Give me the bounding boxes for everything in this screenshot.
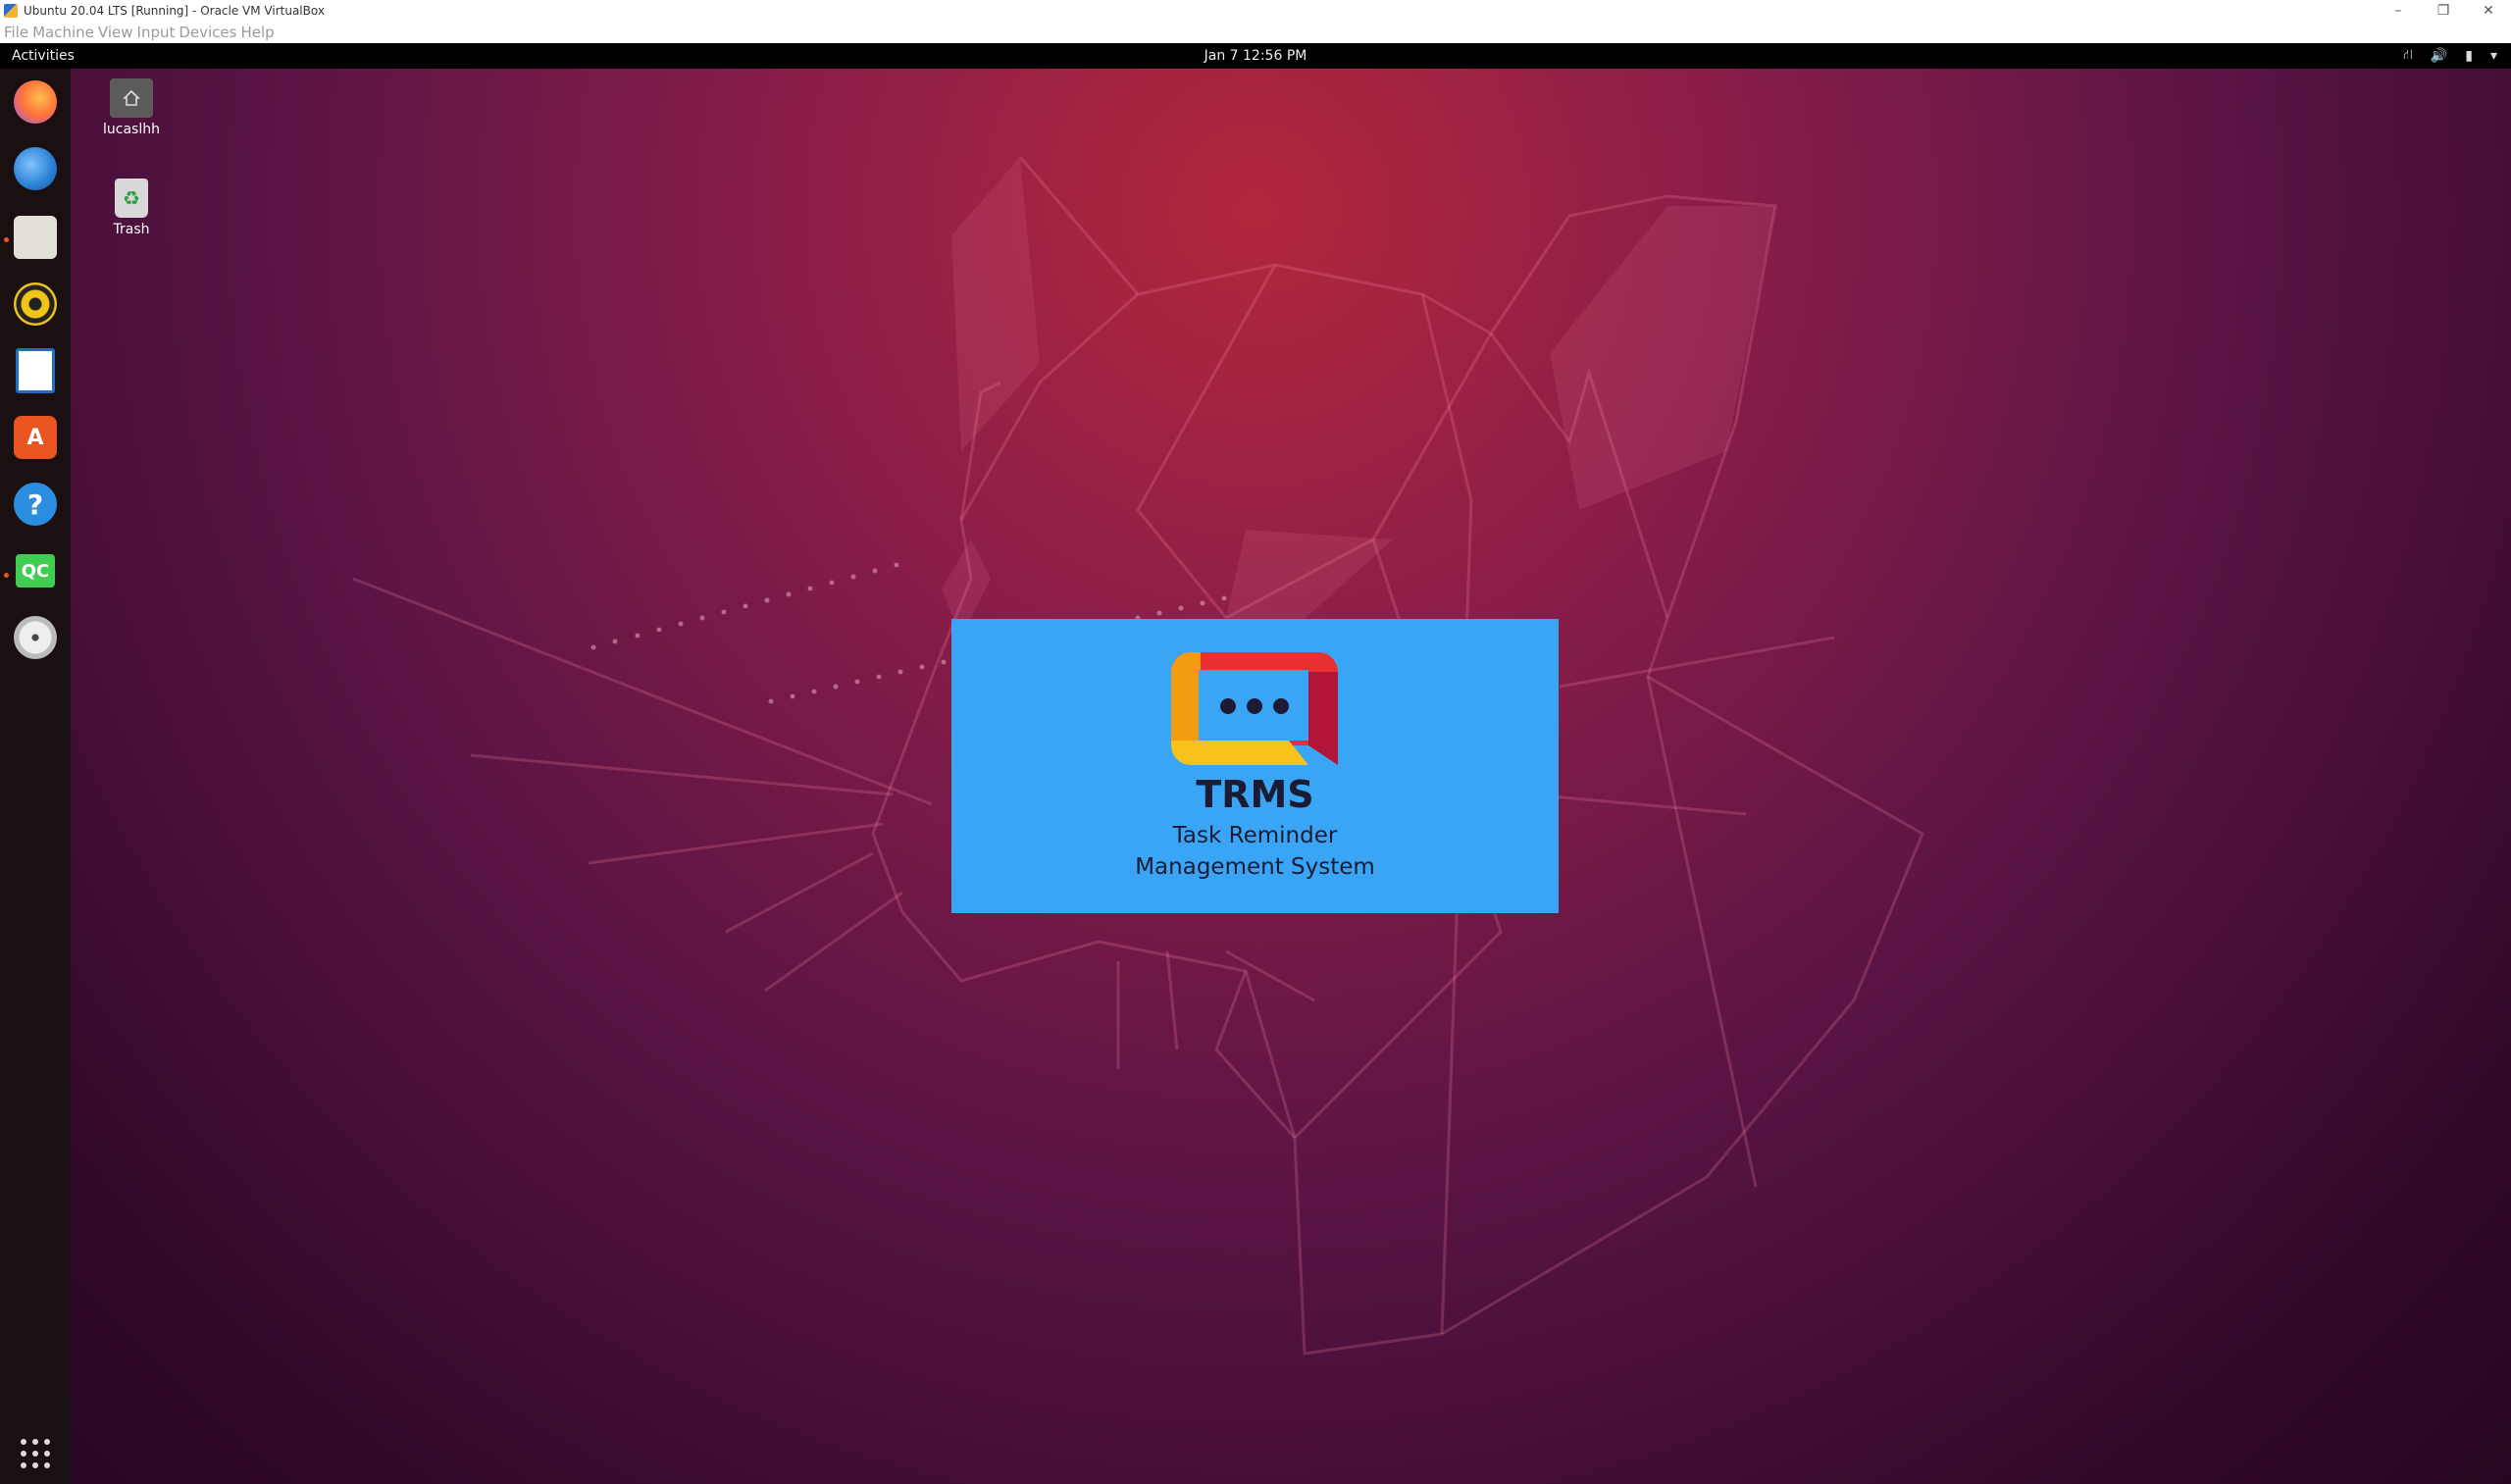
restore-button[interactable]: ❐ — [2421, 0, 2466, 22]
vbox-titlebar: Ubuntu 20.04 LTS [Running] - Oracle VM V… — [0, 0, 2511, 22]
clock[interactable]: Jan 7 12:56 PM — [1204, 48, 1307, 64]
splash-title: TRMS — [1196, 773, 1314, 816]
qt-creator-icon: QC — [16, 554, 55, 588]
dock-item-rhythmbox[interactable] — [10, 279, 61, 330]
virtualbox-icon — [4, 4, 18, 18]
help-icon: ? — [14, 483, 57, 526]
dvd-icon — [14, 616, 57, 659]
libreoffice-writer-icon — [16, 348, 55, 393]
menu-input[interactable]: Input — [137, 24, 176, 41]
desktop-icon-label: Trash — [113, 222, 150, 237]
system-tray[interactable]: ⛙ 🔊 ▮ ▾ — [2403, 47, 2497, 65]
trms-logo-icon — [1171, 652, 1338, 765]
menu-file[interactable]: File — [4, 24, 28, 41]
ubuntu-dock: A ? QC — [0, 69, 71, 1484]
guest-screen: Activities Jan 7 12:56 PM ⛙ 🔊 ▮ ▾ lucasl… — [0, 43, 2511, 1484]
close-button[interactable]: ✕ — [2466, 0, 2511, 22]
trms-splash-screen: TRMS Task Reminder Management System — [951, 619, 1559, 913]
desktop-icon-trash[interactable]: ♻ Trash — [82, 179, 180, 237]
dock-item-writer[interactable] — [10, 345, 61, 396]
trash-icon: ♻ — [115, 179, 148, 218]
desktop-icon-label: lucaslhh — [103, 122, 160, 137]
files-icon — [14, 216, 57, 259]
running-indicator — [4, 573, 9, 578]
menu-help[interactable]: Help — [240, 24, 274, 41]
vbox-menubar: File Machine View Input Devices Help — [0, 22, 2511, 43]
dock-item-help[interactable]: ? — [10, 479, 61, 530]
firefox-icon — [14, 80, 57, 124]
chevron-down-icon[interactable]: ▾ — [2490, 48, 2497, 64]
splash-subtitle-line-2: Management System — [1135, 854, 1375, 880]
dock-item-ubuntu-software[interactable]: A — [10, 412, 61, 463]
app-grid-icon — [21, 1439, 50, 1468]
window-title: Ubuntu 20.04 LTS [Running] - Oracle VM V… — [24, 4, 325, 18]
show-applications-button[interactable] — [10, 1428, 61, 1479]
menu-machine[interactable]: Machine — [32, 24, 94, 41]
dock-item-qt-creator[interactable]: QC — [10, 545, 61, 596]
home-folder-icon — [110, 78, 153, 118]
splash-subtitle-line-1: Task Reminder — [1172, 823, 1338, 848]
desktop-icon-home[interactable]: lucaslhh — [82, 78, 180, 137]
menu-devices[interactable]: Devices — [179, 24, 236, 41]
dock-item-thunderbird[interactable] — [10, 143, 61, 194]
dock-item-firefox[interactable] — [10, 77, 61, 128]
dock-item-dvd[interactable] — [10, 612, 61, 663]
menu-view[interactable]: View — [98, 24, 133, 41]
gnome-top-bar: Activities Jan 7 12:56 PM ⛙ 🔊 ▮ ▾ — [0, 43, 2511, 69]
rhythmbox-icon — [14, 282, 57, 326]
desktop: lucaslhh ♻ Trash TRMS Task Reminder Mana… — [0, 69, 2511, 1484]
volume-icon[interactable]: 🔊 — [2431, 48, 2447, 64]
network-icon[interactable]: ⛙ — [2403, 47, 2413, 65]
dock-item-files[interactable] — [10, 212, 61, 263]
minimize-button[interactable]: – — [2376, 0, 2421, 22]
thunderbird-icon — [14, 147, 57, 190]
battery-icon[interactable]: ▮ — [2465, 48, 2473, 64]
ubuntu-software-icon: A — [14, 416, 57, 459]
running-indicator — [4, 237, 9, 242]
activities-button[interactable]: Activities — [12, 48, 75, 64]
